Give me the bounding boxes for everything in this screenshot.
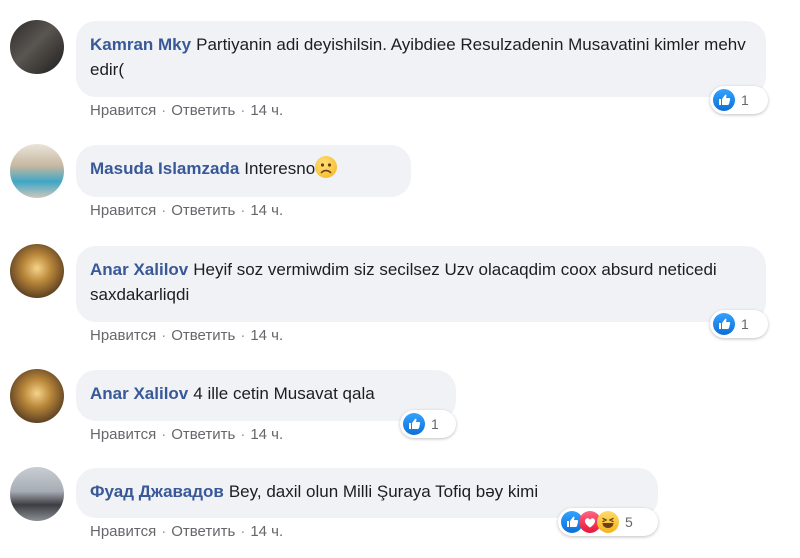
comment-actions: Нравится · Ответить · 14 ч. <box>90 202 283 219</box>
reaction-summary[interactable]: 1 <box>400 410 456 438</box>
separator: · <box>161 426 167 443</box>
like-icon <box>403 413 425 435</box>
comment-author[interactable]: Anar Xalilov <box>90 260 188 279</box>
comment-actions: Нравится · Ответить · 14 ч. <box>90 327 283 344</box>
reaction-count: 1 <box>431 416 439 432</box>
comment-author[interactable]: Masuda Islamzada <box>90 159 239 178</box>
separator: · <box>240 102 246 119</box>
comment-time[interactable]: 14 ч. <box>250 327 283 344</box>
comment-time[interactable]: 14 ч. <box>250 426 283 443</box>
reply-link[interactable]: Ответить <box>171 426 235 443</box>
avatar[interactable] <box>10 244 64 298</box>
comment-bubble: Kamran Mky Partiyanin adi deyishilsin. Ay… <box>76 21 766 97</box>
comment-text: Interesno <box>244 159 316 178</box>
like-icon <box>713 313 735 335</box>
like-link[interactable]: Нравится <box>90 102 156 119</box>
comment-bubble: Anar Xalilov 4 ille cetin Musavat qala <box>76 370 456 421</box>
sad-emoji-icon <box>315 156 338 178</box>
separator: · <box>161 523 167 540</box>
reaction-summary[interactable]: 1 <box>710 310 768 338</box>
comment-actions: Нравится · Ответить · 14 ч. <box>90 102 283 119</box>
separator: · <box>240 426 246 443</box>
comment-bubble: Masuda Islamzada Interesno <box>76 145 411 197</box>
like-link[interactable]: Нравится <box>90 523 156 540</box>
comment-author[interactable]: Фуад Джавадов <box>90 482 224 501</box>
reaction-summary[interactable]: 5 <box>558 508 658 536</box>
separator: · <box>161 102 167 119</box>
reply-link[interactable]: Ответить <box>171 327 235 344</box>
comment-time[interactable]: 14 ч. <box>250 202 283 219</box>
reply-link[interactable]: Ответить <box>171 102 235 119</box>
separator: · <box>161 327 167 344</box>
avatar[interactable] <box>10 467 64 521</box>
avatar[interactable] <box>10 369 64 423</box>
separator: · <box>240 327 246 344</box>
reaction-count: 5 <box>625 514 633 530</box>
comment-author[interactable]: Anar Xalilov <box>90 384 188 403</box>
reaction-count: 1 <box>741 316 749 332</box>
comment-time[interactable]: 14 ч. <box>250 523 283 540</box>
separator: · <box>240 202 246 219</box>
like-link[interactable]: Нравится <box>90 202 156 219</box>
reaction-summary[interactable]: 1 <box>710 86 768 114</box>
comment-bubble: Anar Xalilov Heyif soz vermiwdim siz seci… <box>76 246 766 322</box>
comment-actions: Нравится · Ответить · 14 ч. <box>90 426 283 443</box>
separator: · <box>240 523 246 540</box>
comment-text: 4 ille cetin Musavat qala <box>193 384 375 403</box>
separator: · <box>161 202 167 219</box>
avatar[interactable] <box>10 20 64 74</box>
reply-link[interactable]: Ответить <box>171 202 235 219</box>
comment-author[interactable]: Kamran Mky <box>90 35 191 54</box>
like-link[interactable]: Нравится <box>90 327 156 344</box>
comment-text: Bey, daxil olun Milli Şuraya Tofiq bəy k… <box>228 482 539 501</box>
reaction-count: 1 <box>741 92 749 108</box>
haha-icon <box>597 511 619 533</box>
comment-actions: Нравится · Ответить · 14 ч. <box>90 523 283 540</box>
like-icon <box>713 89 735 111</box>
reply-link[interactable]: Ответить <box>171 523 235 540</box>
avatar[interactable] <box>10 144 64 198</box>
comment-time[interactable]: 14 ч. <box>250 102 283 119</box>
like-link[interactable]: Нравится <box>90 426 156 443</box>
